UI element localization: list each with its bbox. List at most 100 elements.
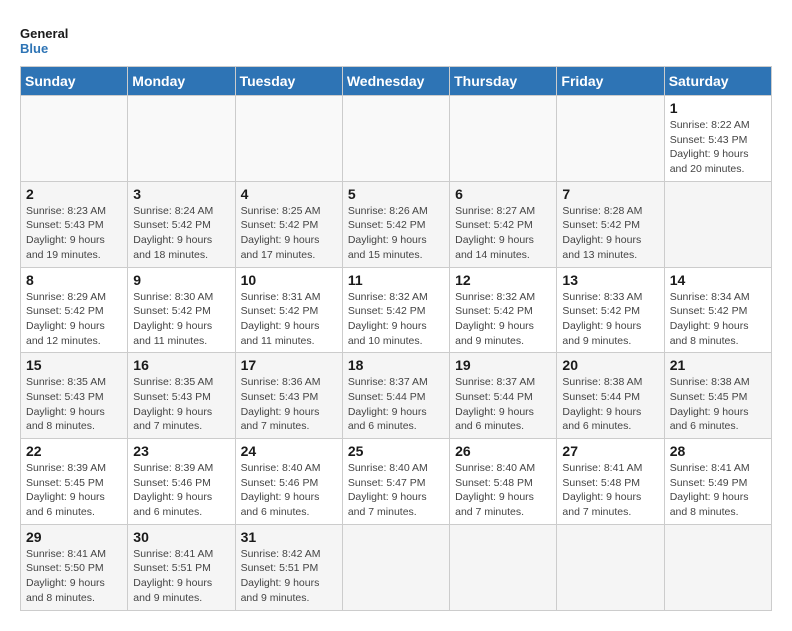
day-number: 12 [455,272,551,288]
day-info: Sunrise: 8:35 AMSunset: 5:43 PMDaylight:… [26,375,122,434]
day-number: 23 [133,443,229,459]
day-info: Sunrise: 8:31 AMSunset: 5:42 PMDaylight:… [241,290,337,349]
calendar-cell [450,96,557,182]
day-number: 21 [670,357,766,373]
day-number: 8 [26,272,122,288]
calendar-cell: 26 Sunrise: 8:40 AMSunset: 5:48 PMDaylig… [450,439,557,525]
day-info: Sunrise: 8:41 AMSunset: 5:51 PMDaylight:… [133,547,229,606]
day-number: 1 [670,100,766,116]
day-number: 18 [348,357,444,373]
day-number: 13 [562,272,658,288]
calendar-cell: 10 Sunrise: 8:31 AMSunset: 5:42 PMDaylig… [235,267,342,353]
day-of-week-header: Friday [557,67,664,96]
day-info: Sunrise: 8:25 AMSunset: 5:42 PMDaylight:… [241,204,337,263]
day-info: Sunrise: 8:28 AMSunset: 5:42 PMDaylight:… [562,204,658,263]
calendar-cell [557,524,664,610]
day-info: Sunrise: 8:24 AMSunset: 5:42 PMDaylight:… [133,204,229,263]
calendar-cell: 11 Sunrise: 8:32 AMSunset: 5:42 PMDaylig… [342,267,449,353]
day-info: Sunrise: 8:26 AMSunset: 5:42 PMDaylight:… [348,204,444,263]
day-number: 19 [455,357,551,373]
calendar-cell: 12 Sunrise: 8:32 AMSunset: 5:42 PMDaylig… [450,267,557,353]
day-number: 14 [670,272,766,288]
day-info: Sunrise: 8:38 AMSunset: 5:44 PMDaylight:… [562,375,658,434]
calendar-cell: 29 Sunrise: 8:41 AMSunset: 5:50 PMDaylig… [21,524,128,610]
day-number: 26 [455,443,551,459]
day-info: Sunrise: 8:37 AMSunset: 5:44 PMDaylight:… [455,375,551,434]
day-of-week-header: Tuesday [235,67,342,96]
day-info: Sunrise: 8:23 AMSunset: 5:43 PMDaylight:… [26,204,122,263]
day-number: 22 [26,443,122,459]
day-number: 15 [26,357,122,373]
svg-text:Blue: Blue [20,41,48,56]
day-info: Sunrise: 8:27 AMSunset: 5:42 PMDaylight:… [455,204,551,263]
day-number: 5 [348,186,444,202]
calendar-cell: 24 Sunrise: 8:40 AMSunset: 5:46 PMDaylig… [235,439,342,525]
logo-svg: General Blue [20,20,70,60]
day-number: 6 [455,186,551,202]
day-number: 27 [562,443,658,459]
day-of-week-header: Wednesday [342,67,449,96]
calendar-cell [342,524,449,610]
day-number: 7 [562,186,658,202]
day-info: Sunrise: 8:41 AMSunset: 5:48 PMDaylight:… [562,461,658,520]
calendar-table: SundayMondayTuesdayWednesdayThursdayFrid… [20,66,772,611]
calendar-cell: 8 Sunrise: 8:29 AMSunset: 5:42 PMDayligh… [21,267,128,353]
day-number: 29 [26,529,122,545]
day-number: 4 [241,186,337,202]
day-number: 11 [348,272,444,288]
calendar-cell: 21 Sunrise: 8:38 AMSunset: 5:45 PMDaylig… [664,353,771,439]
calendar-cell [342,96,449,182]
day-info: Sunrise: 8:35 AMSunset: 5:43 PMDaylight:… [133,375,229,434]
calendar-cell: 27 Sunrise: 8:41 AMSunset: 5:48 PMDaylig… [557,439,664,525]
day-number: 17 [241,357,337,373]
day-info: Sunrise: 8:39 AMSunset: 5:46 PMDaylight:… [133,461,229,520]
calendar-cell: 16 Sunrise: 8:35 AMSunset: 5:43 PMDaylig… [128,353,235,439]
day-info: Sunrise: 8:32 AMSunset: 5:42 PMDaylight:… [455,290,551,349]
day-info: Sunrise: 8:42 AMSunset: 5:51 PMDaylight:… [241,547,337,606]
calendar-cell: 1 Sunrise: 8:22 AMSunset: 5:43 PMDayligh… [664,96,771,182]
day-info: Sunrise: 8:37 AMSunset: 5:44 PMDaylight:… [348,375,444,434]
calendar-cell: 22 Sunrise: 8:39 AMSunset: 5:45 PMDaylig… [21,439,128,525]
logo: General Blue [20,20,70,60]
day-info: Sunrise: 8:32 AMSunset: 5:42 PMDaylight:… [348,290,444,349]
calendar-cell: 20 Sunrise: 8:38 AMSunset: 5:44 PMDaylig… [557,353,664,439]
calendar-cell [128,96,235,182]
calendar-cell: 9 Sunrise: 8:30 AMSunset: 5:42 PMDayligh… [128,267,235,353]
calendar-cell: 6 Sunrise: 8:27 AMSunset: 5:42 PMDayligh… [450,181,557,267]
calendar-cell [664,181,771,267]
calendar-cell: 19 Sunrise: 8:37 AMSunset: 5:44 PMDaylig… [450,353,557,439]
calendar-cell: 2 Sunrise: 8:23 AMSunset: 5:43 PMDayligh… [21,181,128,267]
calendar-cell: 30 Sunrise: 8:41 AMSunset: 5:51 PMDaylig… [128,524,235,610]
calendar-cell: 4 Sunrise: 8:25 AMSunset: 5:42 PMDayligh… [235,181,342,267]
calendar-cell [664,524,771,610]
day-of-week-header: Thursday [450,67,557,96]
calendar-cell: 28 Sunrise: 8:41 AMSunset: 5:49 PMDaylig… [664,439,771,525]
day-number: 3 [133,186,229,202]
calendar-cell: 31 Sunrise: 8:42 AMSunset: 5:51 PMDaylig… [235,524,342,610]
day-number: 10 [241,272,337,288]
calendar-cell [450,524,557,610]
day-number: 28 [670,443,766,459]
day-number: 2 [26,186,122,202]
day-info: Sunrise: 8:41 AMSunset: 5:50 PMDaylight:… [26,547,122,606]
day-number: 30 [133,529,229,545]
calendar-cell: 3 Sunrise: 8:24 AMSunset: 5:42 PMDayligh… [128,181,235,267]
calendar-cell [235,96,342,182]
day-info: Sunrise: 8:40 AMSunset: 5:46 PMDaylight:… [241,461,337,520]
calendar-cell: 25 Sunrise: 8:40 AMSunset: 5:47 PMDaylig… [342,439,449,525]
svg-text:General: General [20,26,68,41]
calendar-cell: 23 Sunrise: 8:39 AMSunset: 5:46 PMDaylig… [128,439,235,525]
calendar-cell: 15 Sunrise: 8:35 AMSunset: 5:43 PMDaylig… [21,353,128,439]
day-of-week-header: Monday [128,67,235,96]
day-info: Sunrise: 8:38 AMSunset: 5:45 PMDaylight:… [670,375,766,434]
day-info: Sunrise: 8:33 AMSunset: 5:42 PMDaylight:… [562,290,658,349]
day-info: Sunrise: 8:22 AMSunset: 5:43 PMDaylight:… [670,118,766,177]
day-info: Sunrise: 8:36 AMSunset: 5:43 PMDaylight:… [241,375,337,434]
day-info: Sunrise: 8:29 AMSunset: 5:42 PMDaylight:… [26,290,122,349]
day-info: Sunrise: 8:34 AMSunset: 5:42 PMDaylight:… [670,290,766,349]
day-info: Sunrise: 8:40 AMSunset: 5:47 PMDaylight:… [348,461,444,520]
day-number: 24 [241,443,337,459]
day-of-week-header: Saturday [664,67,771,96]
calendar-cell: 14 Sunrise: 8:34 AMSunset: 5:42 PMDaylig… [664,267,771,353]
calendar-cell [557,96,664,182]
